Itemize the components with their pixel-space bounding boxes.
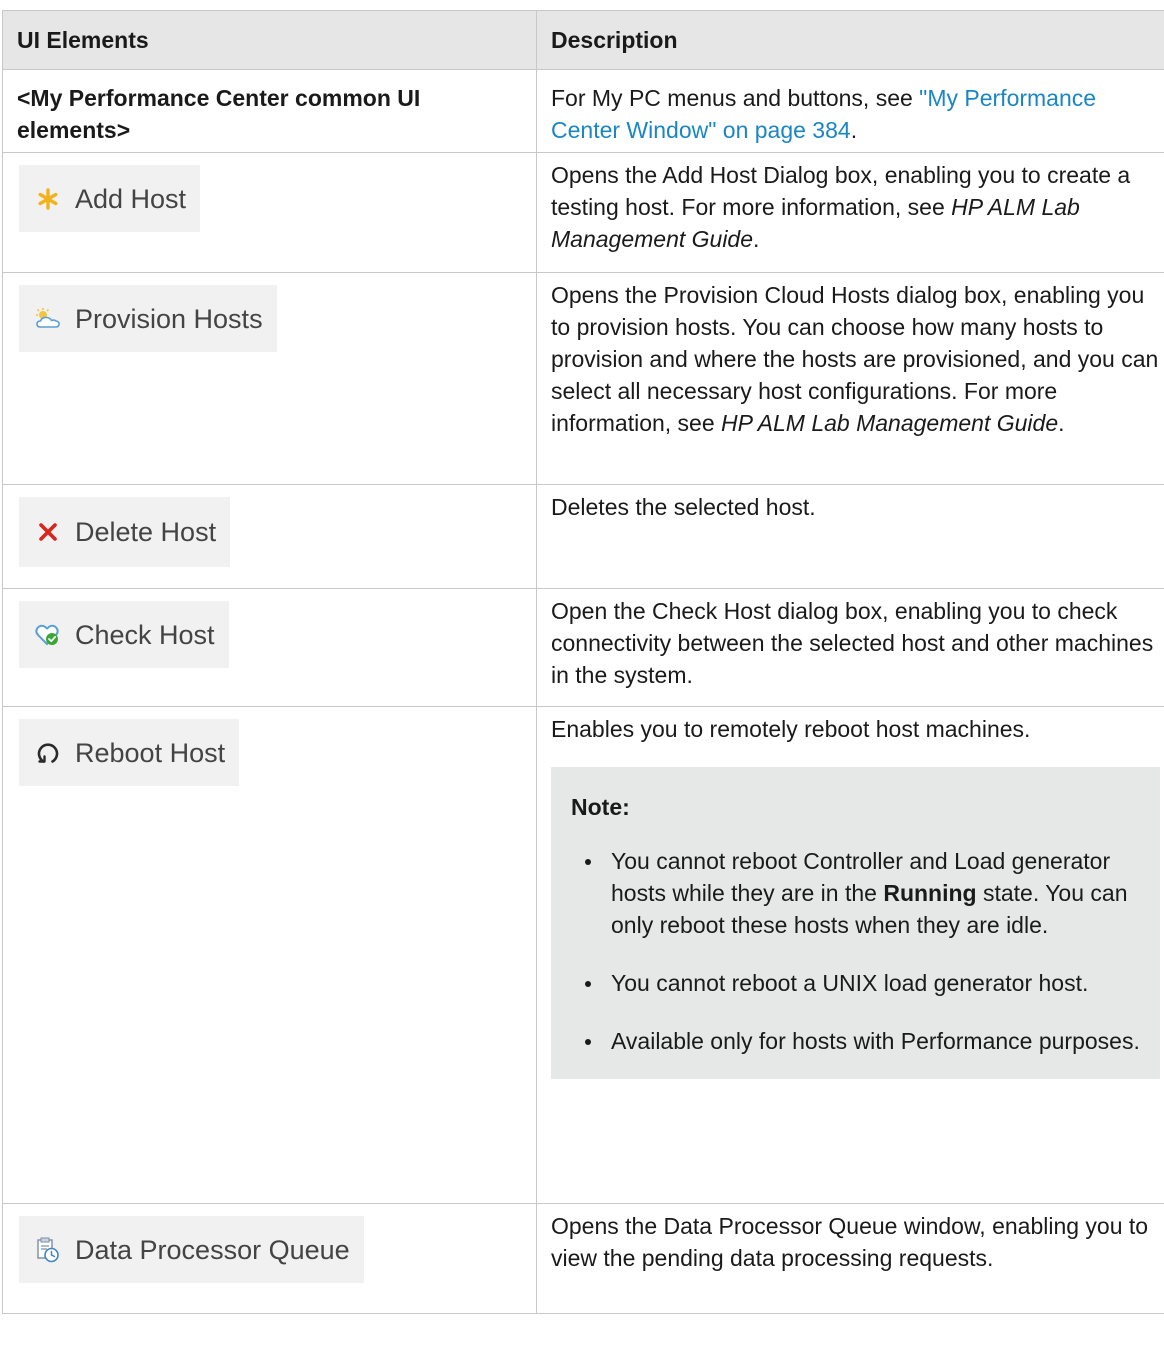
note-item-text: You cannot reboot a UNIX load generator … [611, 970, 1089, 996]
add-host-cell: Add Host [2, 152, 537, 273]
note-title: Note: [571, 794, 630, 820]
data-processor-queue-label: Data Processor Queue [75, 1234, 350, 1265]
add-host-label: Add Host [75, 183, 187, 214]
cloud-sun-icon [35, 306, 61, 332]
data-processor-queue-button[interactable]: Data Processor Queue [19, 1216, 364, 1283]
guide-title: HP ALM Lab Management Guide [721, 410, 1059, 436]
table-header-row: UI Elements Description [2, 10, 1164, 70]
running-state-text: Running [883, 880, 977, 906]
description-suffix: . [850, 117, 858, 143]
list-item: You cannot reboot Controller and Load ge… [571, 845, 1140, 941]
header-description: Description [536, 10, 1164, 70]
bullet-icon [585, 981, 591, 987]
table-row: Provision Hosts Opens the Provision Clou… [2, 272, 1164, 485]
table-row: Add Host Opens the Add Host Dialog box, … [2, 152, 1164, 273]
delete-host-cell: Delete Host [2, 484, 537, 589]
note-item-text: Available only for hosts with Performanc… [611, 1028, 1140, 1054]
provision-hosts-cell: Provision Hosts [2, 272, 537, 485]
table-row: Delete Host Deletes the selected host. [2, 484, 1164, 589]
asterisk-icon [35, 186, 61, 212]
common-ui-elements-description: For My PC menus and buttons, see "My Per… [536, 69, 1164, 153]
provision-hosts-description: Opens the Provision Cloud Hosts dialog b… [536, 272, 1164, 485]
note-box: Note: You cannot reboot Controller and L… [551, 767, 1160, 1079]
delete-host-description: Deletes the selected host. [536, 484, 1164, 589]
reboot-host-cell: Reboot Host [2, 706, 537, 1204]
refresh-icon [35, 740, 61, 766]
description-text: Enables you to remotely reboot host mach… [551, 716, 1031, 742]
delete-x-icon [35, 519, 61, 545]
table-row: <My Performance Center common UI element… [2, 69, 1164, 153]
ui-elements-table: UI Elements Description <My Performance … [2, 10, 1164, 1314]
delete-host-button[interactable]: Delete Host [19, 497, 231, 567]
list-item: Available only for hosts with Performanc… [571, 1025, 1140, 1057]
header-ui-elements: UI Elements [2, 10, 537, 70]
provision-hosts-button[interactable]: Provision Hosts [19, 285, 277, 352]
data-processor-queue-description: Opens the Data Processor Queue window, e… [536, 1203, 1164, 1314]
reboot-host-description: Enables you to remotely reboot host mach… [536, 706, 1164, 1204]
check-host-description: Open the Check Host dialog box, enabling… [536, 588, 1164, 707]
table-row: Check Host Open the Check Host dialog bo… [2, 588, 1164, 707]
note-list: You cannot reboot Controller and Load ge… [571, 845, 1140, 1057]
description-suffix: . [753, 226, 760, 252]
check-host-button[interactable]: Check Host [19, 601, 229, 668]
add-host-button[interactable]: Add Host [19, 165, 201, 232]
bullet-icon [585, 1039, 591, 1045]
description-text: For My PC menus and buttons, see [551, 85, 920, 111]
data-processor-queue-cell: Data Processor Queue [2, 1203, 537, 1314]
delete-host-label: Delete Host [75, 517, 217, 547]
table-row: Data Processor Queue Opens the Data Proc… [2, 1203, 1164, 1314]
reboot-host-label: Reboot Host [75, 737, 226, 768]
add-host-description: Opens the Add Host Dialog box, enabling … [536, 152, 1164, 273]
description-suffix: . [1058, 410, 1065, 436]
provision-hosts-label: Provision Hosts [75, 303, 263, 334]
table-row: Reboot Host Enables you to remotely rebo… [2, 706, 1164, 1204]
check-host-cell: Check Host [2, 588, 537, 707]
common-ui-elements-label: <My Performance Center common UI element… [2, 69, 537, 153]
bullet-icon [585, 859, 591, 865]
queue-clock-icon [35, 1237, 61, 1263]
list-item: You cannot reboot a UNIX load generator … [571, 967, 1140, 999]
heart-check-icon [35, 622, 61, 648]
check-host-label: Check Host [75, 619, 215, 650]
reboot-host-button[interactable]: Reboot Host [19, 719, 240, 786]
